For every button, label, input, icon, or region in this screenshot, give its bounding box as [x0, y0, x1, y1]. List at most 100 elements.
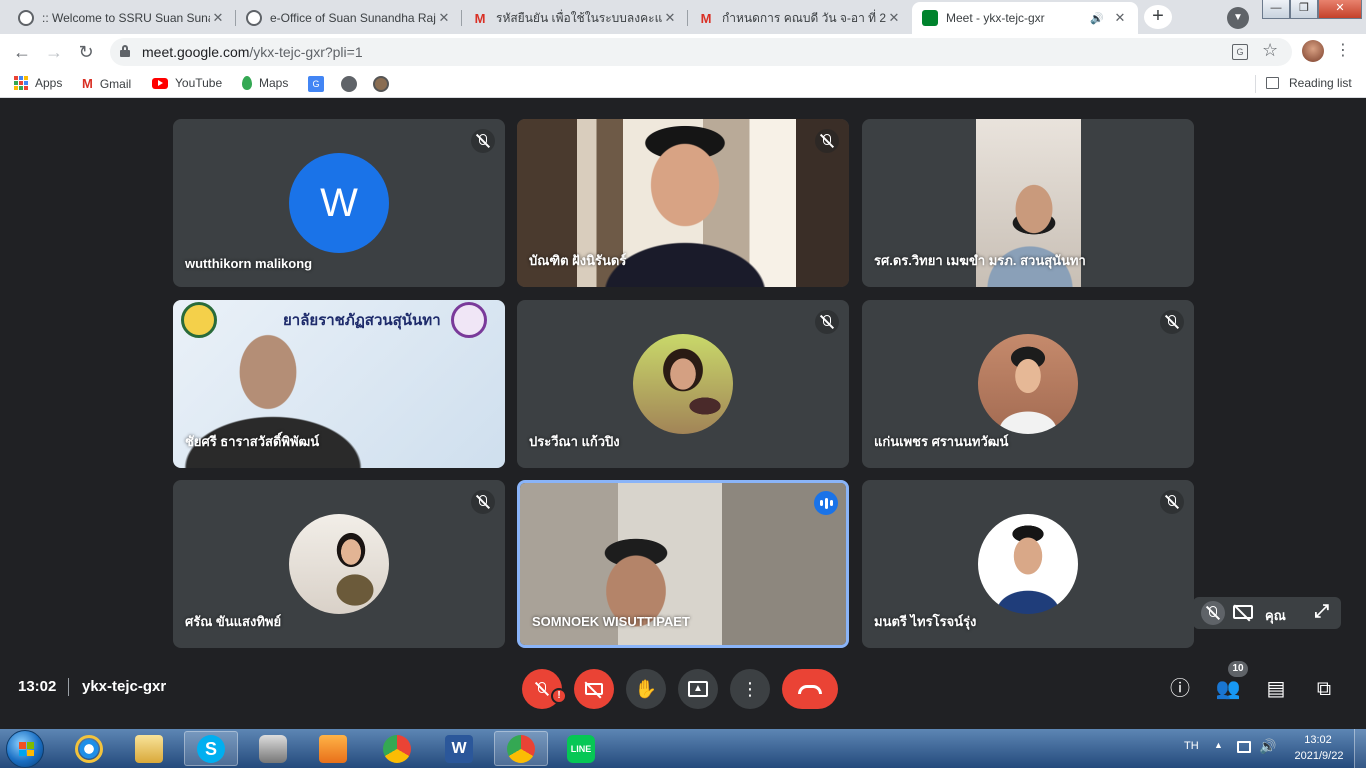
tab-gmail-verification[interactable]: M รหัสยืนยัน เพื่อใช้ในระบบลงคะแนนเ ✕ — [462, 2, 688, 34]
bookmark-globe[interactable] — [341, 76, 357, 92]
taskbar-camera-app[interactable] — [246, 731, 300, 766]
bookmark-maps[interactable]: Maps — [242, 76, 288, 90]
close-icon[interactable]: ✕ — [662, 10, 678, 26]
restore-button[interactable]: ❐ — [1290, 0, 1318, 19]
participant-name: รศ.ดร.วิทยา เมฆขำ มรภ. สวนสุนันทา — [874, 253, 1086, 268]
taskbar-word[interactable]: W — [432, 731, 486, 766]
participant-tile[interactable]: รศ.ดร.วิทยา เมฆขำ มรภ. สวนสุนันทา — [862, 119, 1194, 287]
reload-icon[interactable]: ↻ — [74, 40, 98, 64]
maps-pin-icon — [242, 76, 252, 90]
activities-icon[interactable]: ⧉ — [1310, 675, 1338, 703]
chat-icon[interactable]: ▤ — [1262, 675, 1290, 703]
mic-off-icon — [471, 490, 495, 514]
participant-tile[interactable]: ศรัณ ขันแสงทิพย์ — [173, 480, 505, 648]
more-vert-icon: ⋮ — [741, 678, 759, 699]
taskbar-internet-explorer[interactable] — [62, 731, 116, 766]
avatar — [289, 514, 389, 614]
reading-list-button[interactable]: Reading list — [1266, 76, 1352, 90]
bookmark-apps[interactable]: Apps — [14, 76, 62, 90]
forward-arrow-icon[interactable]: → — [42, 40, 66, 64]
window-close-button[interactable]: ✕ — [1318, 0, 1362, 19]
bookmark-label: Maps — [259, 76, 289, 90]
tab-search-icon[interactable]: ▼ — [1227, 7, 1249, 29]
translate-icon[interactable]: G — [1232, 44, 1248, 60]
participant-tile[interactable]: ประวีณา แก้วปิง — [517, 300, 849, 468]
profile-avatar[interactable] — [1302, 40, 1324, 62]
input-language[interactable]: TH — [1184, 740, 1199, 752]
mic-off-icon — [1160, 490, 1184, 514]
translate-icon: G — [308, 76, 324, 92]
tab-title: e-Office of Suan Sunandha Raj — [270, 11, 436, 25]
taskbar-chrome[interactable] — [370, 731, 424, 766]
avatar — [978, 514, 1078, 614]
globe-icon — [246, 10, 262, 26]
bookmark-star-icon[interactable]: ☆ — [1262, 40, 1278, 61]
url-text[interactable]: meet.google.com/ykx-tejc-gxr?pli=1 — [142, 44, 363, 60]
new-tab-button[interactable]: + — [1144, 5, 1172, 29]
tab-title: กำหนดการ คณบดี วัน จ-อา ที่ 20 — [722, 10, 886, 25]
participant-tile[interactable]: ยาลัยราชภัฏสวนสุนันทา ชัยศรี ธาราสวัสดิ์… — [173, 300, 505, 468]
university-logo-icon — [181, 302, 217, 338]
tab-gmail-schedule[interactable]: M กำหนดการ คณบดี วัน จ-อา ที่ 20 ✕ — [688, 2, 912, 34]
minimize-button[interactable]: — — [1262, 0, 1290, 19]
volume-icon[interactable]: 🔊 — [1259, 738, 1276, 755]
avatar — [978, 334, 1078, 434]
tab-title: :: Welcome to SSRU Suan Suna — [42, 11, 210, 25]
lock-icon[interactable] — [120, 45, 130, 57]
tab-e-office[interactable]: e-Office of Suan Sunandha Raj ✕ — [236, 2, 462, 34]
browser-tab-strip: :: Welcome to SSRU Suan Suna ✕ e-Office … — [0, 0, 1366, 34]
participant-count-badge: 10 — [1228, 661, 1248, 677]
clock-date[interactable]: 2021/9/22 — [1286, 750, 1352, 762]
participant-tile[interactable]: มนตรี ไทรโรจน์รุ่ง — [862, 480, 1194, 648]
network-icon[interactable] — [1237, 741, 1251, 753]
taskbar-line[interactable]: LINE — [554, 731, 608, 766]
audio-playing-icon[interactable]: 🔊 — [1090, 12, 1104, 25]
participant-name: แก่นเพชร ศรานนทวัฒน์ — [874, 434, 1009, 449]
leave-call-button[interactable] — [782, 669, 838, 709]
university-seal-icon — [451, 302, 487, 338]
meeting-info-icon[interactable]: ⓘ — [1166, 675, 1194, 703]
participant-tile[interactable]: แก่นเพชร ศรานนทวัฒน์ — [862, 300, 1194, 468]
back-arrow-icon[interactable]: ← — [10, 40, 34, 64]
present-screen-button[interactable]: ▲ — [678, 669, 718, 709]
tab-ssru-welcome[interactable]: :: Welcome to SSRU Suan Suna ✕ — [8, 2, 236, 34]
participant-tile[interactable]: W wutthikorn malikong — [173, 119, 505, 287]
more-menu-icon[interactable]: ⋮ — [1335, 40, 1351, 60]
people-icon[interactable]: 👥 — [1214, 675, 1242, 703]
clock-time[interactable]: 13:02 — [1290, 734, 1346, 746]
camera-off-icon — [584, 681, 603, 699]
self-preview[interactable]: คุณ ⤢ — [1193, 597, 1341, 629]
participant-tile[interactable]: บัณฑิต ฝังนิรันดร์ — [517, 119, 849, 287]
participant-tile-active-speaker[interactable]: SOMNOEK WISUTTIPAET — [517, 480, 849, 648]
close-icon[interactable]: ✕ — [1112, 10, 1128, 26]
close-icon[interactable]: ✕ — [886, 10, 902, 26]
taskbar-chrome-active[interactable] — [494, 731, 548, 766]
address-bar[interactable]: meet.google.com/ykx-tejc-gxr?pli=1 G ☆ — [110, 38, 1292, 66]
mic-off-icon — [1160, 310, 1184, 334]
bookmark-translate[interactable]: G — [308, 76, 324, 92]
taskbar-explorer[interactable] — [122, 731, 176, 766]
browser-toolbar: ← → ↻ meet.google.com/ykx-tejc-gxr?pli=1… — [0, 34, 1366, 70]
show-desktop-button[interactable] — [1354, 729, 1366, 768]
chrome-icon — [507, 734, 535, 763]
taskbar-media-player[interactable] — [306, 731, 360, 766]
close-icon[interactable]: ✕ — [210, 10, 226, 26]
bookmark-label: Apps — [35, 76, 63, 90]
camera-toggle-button[interactable] — [574, 669, 614, 709]
speaking-indicator-icon — [814, 491, 838, 515]
close-icon[interactable]: ✕ — [436, 10, 452, 26]
tray-expand-icon[interactable]: ▲ — [1214, 740, 1223, 750]
tab-meet[interactable]: Meet - ykx-tejc-gxr 🔊 ✕ — [912, 2, 1138, 34]
bookmark-site[interactable] — [373, 76, 389, 92]
bookmark-youtube[interactable]: YouTube — [152, 76, 222, 90]
more-options-button[interactable]: ⋮ — [730, 669, 770, 709]
expand-icon[interactable]: ⤢ — [1315, 601, 1329, 622]
taskbar-skype[interactable]: S — [184, 731, 238, 766]
participant-name: ชัยศรี ธาราสวัสดิ์พิพัฒน์ — [185, 434, 320, 449]
participant-name: บัณฑิต ฝังนิรันดร์ — [529, 253, 627, 268]
avatar — [633, 334, 733, 434]
bookmark-gmail[interactable]: M Gmail — [82, 76, 131, 91]
mic-off-icon — [815, 129, 839, 153]
start-button[interactable] — [6, 730, 44, 768]
raise-hand-button[interactable]: ✋ — [626, 669, 666, 709]
